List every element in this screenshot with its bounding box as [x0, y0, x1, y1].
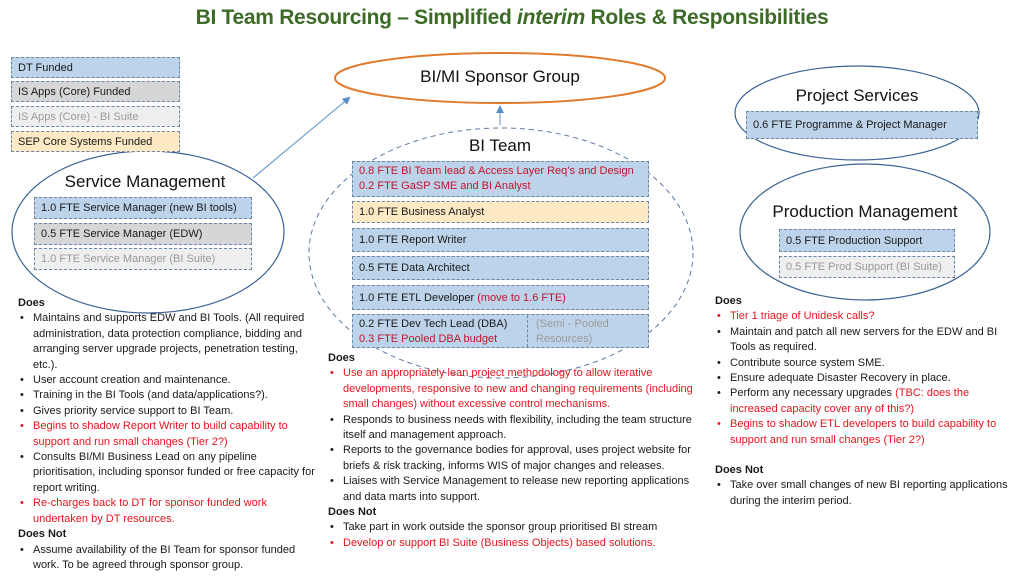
sm-does-not-list: Assume availability of the BI Team for s…	[18, 543, 318, 574]
bt-does-heading: Does	[328, 352, 355, 364]
production-management-responsibilities: Does Tier 1 triage of Unidesk calls? Mai…	[715, 294, 1015, 509]
bi-team-label: BI Team	[468, 136, 532, 155]
dev-tech-lead-cell: 0.2 FTE Dev Tech Lead (DBA) 0.3 FTE Pool…	[353, 315, 528, 347]
service-management-label: Service Management	[64, 172, 226, 191]
pooled-dba-text: 0.3 FTE Pooled DBA budget	[359, 333, 498, 345]
semi-pooled-line1: (Semi - Pooled	[536, 318, 609, 330]
sponsor-group-label: BI/MI Sponsor Group	[420, 67, 580, 86]
role-dev-tech-lead: 0.2 FTE Dev Tech Lead (DBA) 0.3 FTE Pool…	[352, 314, 649, 348]
legend-is-apps-bi-suite: IS Apps (Core) - BI Suite	[11, 106, 180, 127]
role-report-writer: 1.0 FTE Report Writer	[352, 228, 649, 252]
role-data-architect: 0.5 FTE Data Architect	[352, 256, 649, 280]
production-management-label: Production Management	[772, 202, 958, 221]
pm-does-not-heading: Does Not	[715, 464, 764, 477]
role-service-manager-edw: 0.5 FTE Service Manager (EDW)	[34, 223, 252, 245]
list-item: Begins to shadow Report Writer to build …	[18, 419, 318, 450]
bi-team-lead-line1: 0.8 FTE BI Team lead & Access Layer Req’…	[359, 165, 634, 177]
legend-dt-funded: DT Funded	[11, 57, 180, 78]
list-item: Perform any necessary upgrades (TBC: doe…	[715, 386, 1015, 417]
bi-team-lead-line2: 0.2 FTE GaSP SME and BI Analyst	[359, 180, 531, 192]
list-item: Use an appropriately lean project method…	[328, 366, 708, 412]
list-item: Develop or support BI Suite (Business Ob…	[328, 536, 708, 552]
semi-pooled-cell: (Semi - Pooled Resources)	[528, 315, 617, 347]
list-item: Begins to shadow ETL developers to build…	[715, 417, 1015, 448]
list-item: Maintains and supports EDW and BI Tools.…	[18, 311, 318, 373]
service-to-sponsor-arrow	[252, 96, 351, 179]
project-services-label: Project Services	[795, 86, 919, 105]
list-item: Maintain and patch all new servers for t…	[715, 325, 1015, 356]
role-etl-developer: 1.0 FTE ETL Developer (move to 1.6 FTE)	[352, 285, 649, 310]
role-programme-project-manager: 0.6 FTE Programme & Project Manager	[746, 111, 978, 139]
sm-does-list: Maintains and supports EDW and BI Tools.…	[18, 311, 318, 527]
role-prod-support-bi-suite: 0.5 FTE Prod Support (BI Suite)	[779, 256, 955, 278]
pm-does-heading: Does	[715, 295, 742, 307]
role-business-analyst: 1.0 FTE Business Analyst	[352, 201, 649, 223]
legend-is-apps-core-funded: IS Apps (Core) Funded	[11, 81, 180, 102]
service-management-responsibilities: Does Maintains and supports EDW and BI T…	[18, 296, 318, 573]
role-service-manager-new-bi: 1.0 FTE Service Manager (new BI tools)	[34, 197, 252, 219]
pm-does-list: Tier 1 triage of Unidesk calls? Maintain…	[715, 309, 1015, 448]
list-item: Responds to business needs with flexibil…	[328, 413, 708, 444]
role-service-manager-bi-suite: 1.0 FTE Service Manager (BI Suite)	[34, 248, 252, 270]
list-item: Take over small changes of new BI report…	[715, 478, 1015, 509]
role-production-support: 0.5 FTE Production Support	[779, 229, 955, 252]
dev-tech-lead-text: 0.2 FTE Dev Tech Lead (DBA)	[359, 318, 508, 330]
list-item: Gives priority service support to BI Tea…	[18, 404, 318, 420]
list-item: Re-charges back to DT for sponsor funded…	[18, 496, 318, 527]
upgrades-text: Perform any necessary upgrades	[730, 387, 896, 400]
list-item: Contribute source system SME.	[715, 356, 1015, 372]
bt-does-not-list: Take part in work outside the sponsor gr…	[328, 520, 708, 551]
bt-does-list: Use an appropriately lean project method…	[328, 366, 708, 505]
pm-does-not-list: Take over small changes of new BI report…	[715, 478, 1015, 509]
list-item: Training in the BI Tools (and data/appli…	[18, 388, 318, 404]
list-item: Consults BI/MI Business Lead on any pipe…	[18, 450, 318, 496]
bi-team-responsibilities: Does Use an appropriately lean project m…	[328, 351, 708, 552]
list-item: Ensure adequate Disaster Recovery in pla…	[715, 371, 1015, 387]
sm-does-not-heading: Does Not	[18, 528, 67, 541]
list-item: Liaises with Service Management to relea…	[328, 474, 708, 505]
list-item: Tier 1 triage of Unidesk calls?	[715, 309, 1015, 325]
semi-pooled-line2: Resources)	[536, 333, 593, 345]
list-item: Take part in work outside the sponsor gr…	[328, 520, 708, 536]
legend-sep-core-systems: SEP Core Systems Funded	[11, 131, 180, 152]
list-item: User account creation and maintenance.	[18, 373, 318, 389]
etl-developer-note: (move to 1.6 FTE)	[477, 291, 566, 304]
list-item: Reports to the governance bodies for app…	[328, 443, 708, 474]
list-item: Assume availability of the BI Team for s…	[18, 543, 318, 574]
role-bi-team-lead: 0.8 FTE BI Team lead & Access Layer Req’…	[352, 161, 649, 197]
sm-does-heading: Does	[18, 297, 45, 309]
bt-does-not-heading: Does Not	[328, 506, 377, 519]
etl-developer-text: 1.0 FTE ETL Developer	[359, 291, 478, 304]
